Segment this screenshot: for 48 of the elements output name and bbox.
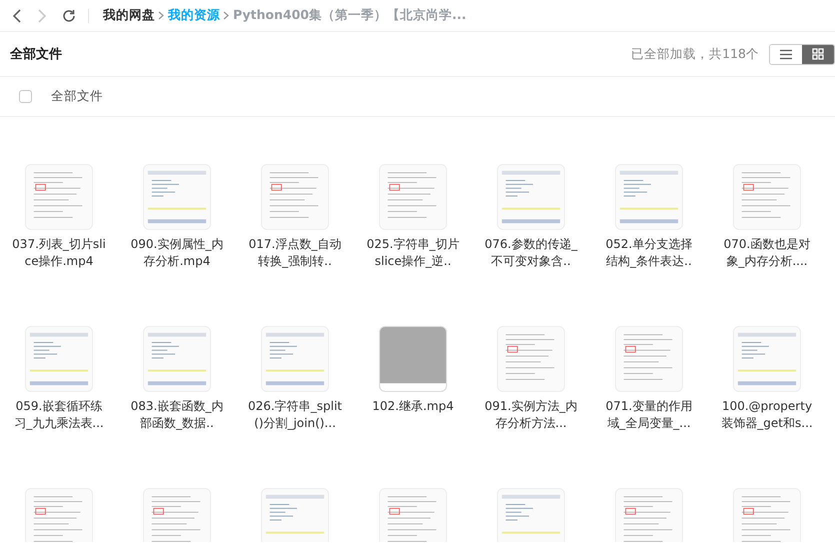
video-thumbnail[interactable] <box>25 326 93 392</box>
breadcrumb-link[interactable]: 我的网盘 <box>103 7 155 24</box>
file-name[interactable]: 102.继承.mp4 <box>365 398 461 415</box>
video-thumbnail[interactable] <box>25 164 93 230</box>
video-thumbnail[interactable] <box>143 488 211 542</box>
file-name[interactable]: 100.@property装饰器_get和s... <box>719 398 815 432</box>
video-thumbnail[interactable] <box>733 326 801 392</box>
video-thumbnail[interactable] <box>379 488 447 542</box>
file-name[interactable]: 026.字符串_split()分割_join()... <box>247 398 343 432</box>
select-all-label: 全部文件 <box>51 88 103 105</box>
file-name[interactable]: 083.嵌套函数_内部函数_数据.. <box>129 398 225 432</box>
file-name[interactable]: 071.变量的作用域_全局变量_... <box>601 398 697 432</box>
video-thumbnail[interactable] <box>733 488 801 542</box>
video-thumbnail[interactable] <box>615 326 683 392</box>
video-thumbnail[interactable] <box>497 488 565 542</box>
video-thumbnail[interactable] <box>615 488 683 542</box>
file-name[interactable]: 090.实例属性_内存分析.mp4 <box>129 236 225 270</box>
grid-view-button[interactable] <box>802 44 834 64</box>
video-thumbnail[interactable] <box>733 164 801 230</box>
grid-icon <box>812 48 824 60</box>
file-name[interactable]: 037.列表_切片slice操作.mp4 <box>11 236 107 270</box>
section-title: 全部文件 <box>10 46 62 63</box>
video-thumbnail[interactable] <box>261 164 329 230</box>
file-name[interactable]: 052.单分支选择结构_条件表达.. <box>601 236 697 270</box>
video-thumbnail[interactable] <box>497 326 565 392</box>
load-status: 已全部加载，共118个 <box>631 46 759 62</box>
view-toggle[interactable] <box>769 44 835 64</box>
video-thumbnail[interactable] <box>25 488 93 542</box>
chevron-icon <box>223 11 230 20</box>
file-name[interactable]: 076.参数的传递_不可变对象含.. <box>483 236 579 270</box>
file-name[interactable]: 025.字符串_切片slice操作_逆.. <box>365 236 461 270</box>
video-thumbnail[interactable] <box>497 164 565 230</box>
refresh-icon[interactable] <box>62 8 76 22</box>
file-name[interactable]: 070.函数也是对象_内存分析.... <box>719 236 815 270</box>
list-icon <box>779 48 793 60</box>
video-thumbnail[interactable] <box>261 326 329 392</box>
back-icon[interactable] <box>12 8 22 22</box>
video-thumbnail[interactable] <box>379 326 447 392</box>
select-all-checkbox[interactable] <box>19 90 32 103</box>
video-thumbnail[interactable] <box>379 164 447 230</box>
video-thumbnail[interactable] <box>143 326 211 392</box>
file-name[interactable]: 059.嵌套循环练习_九九乘法表... <box>11 398 107 432</box>
video-thumbnail[interactable] <box>143 164 211 230</box>
video-thumbnail[interactable] <box>615 164 683 230</box>
chevron-icon <box>158 11 165 20</box>
file-name[interactable]: 091.实例方法_内存分析方法... <box>483 398 579 432</box>
video-thumbnail[interactable] <box>261 488 329 542</box>
file-name[interactable]: 017.浮点数_自动转换_强制转.. <box>247 236 343 270</box>
